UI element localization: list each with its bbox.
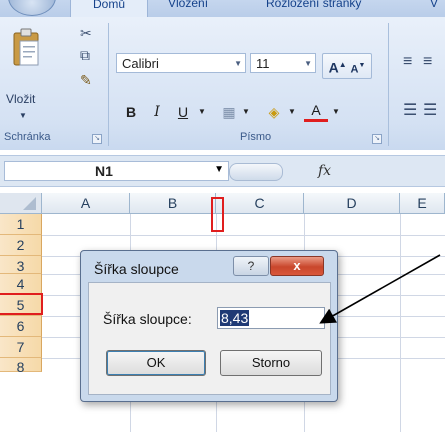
annotation-arrow (319, 254, 441, 324)
